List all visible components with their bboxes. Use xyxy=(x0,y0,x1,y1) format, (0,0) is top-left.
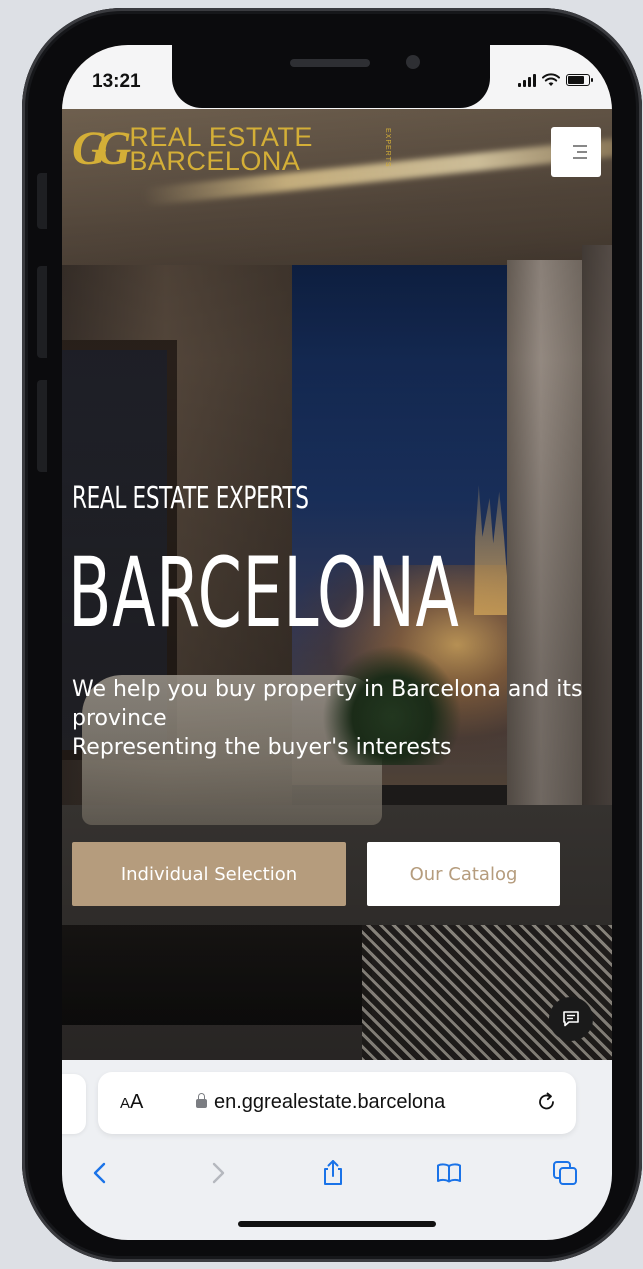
logo-mark: GG xyxy=(72,122,131,175)
share-icon[interactable] xyxy=(318,1158,348,1188)
reader-text-button[interactable]: AA xyxy=(120,1091,143,1114)
hero-subtitle: REAL ESTATE EXPERTS xyxy=(72,481,309,516)
logo-text: REAL ESTATE BARCELONA xyxy=(129,124,313,176)
our-catalog-button[interactable]: Our Catalog xyxy=(367,842,560,906)
phone-screen: 13:21 GG REAL ESTATE BARCELONA EXPERTS R… xyxy=(62,45,612,1240)
tabs-icon[interactable] xyxy=(550,1158,580,1188)
hero-desc-line-2: Representing the buyer's interests xyxy=(72,735,452,760)
logo-line-2: BARCELONA xyxy=(129,146,301,176)
speaker xyxy=(290,59,370,67)
reload-icon[interactable] xyxy=(534,1089,560,1115)
logo-side-text: EXPERTS xyxy=(384,128,391,168)
signal-icon xyxy=(518,73,536,87)
lock-icon xyxy=(196,1093,207,1108)
safari-bottom-bar: AA en.ggrealestate.barcelona xyxy=(62,1060,612,1240)
status-icons xyxy=(518,73,593,87)
hero-description: We help you buy property in Barcelona an… xyxy=(72,675,602,762)
individual-selection-button[interactable]: Individual Selection xyxy=(72,842,346,906)
status-time: 13:21 xyxy=(92,71,141,92)
wifi-icon xyxy=(542,73,560,86)
address-bar[interactable]: AA en.ggrealestate.barcelona xyxy=(98,1072,576,1134)
chat-bubble-icon xyxy=(563,1011,579,1027)
battery-icon xyxy=(566,74,593,86)
side-button-mute xyxy=(37,173,47,229)
hero-title: BARCELONA xyxy=(68,537,460,649)
hero-desc-line-1: We help you buy property in Barcelona an… xyxy=(72,677,583,731)
side-button-volume-down xyxy=(37,380,47,472)
menu-button[interactable] xyxy=(551,127,601,177)
url-text: en.ggrealestate.barcelona xyxy=(214,1091,446,1113)
home-indicator xyxy=(238,1221,436,1227)
front-camera xyxy=(406,55,420,69)
chevron-right-icon[interactable] xyxy=(202,1158,232,1188)
chevron-left-icon[interactable] xyxy=(86,1158,116,1188)
book-icon[interactable] xyxy=(434,1158,464,1188)
previous-tab-peek[interactable] xyxy=(62,1074,86,1134)
hamburger-icon xyxy=(573,145,587,147)
site-logo[interactable]: GG REAL ESTATE BARCELONA xyxy=(72,122,313,176)
notch xyxy=(172,45,490,108)
side-button-volume-up xyxy=(37,266,47,358)
chat-button[interactable] xyxy=(549,997,593,1041)
